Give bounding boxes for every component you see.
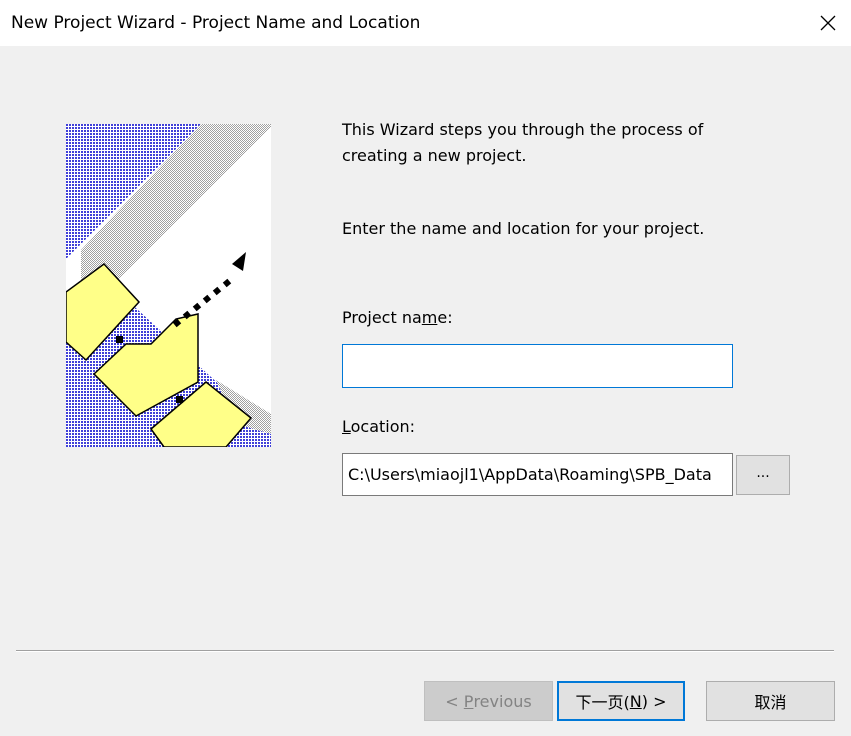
project-name-input[interactable]	[342, 344, 733, 388]
intro-text: This Wizard steps you through the proces…	[342, 120, 704, 165]
location-input[interactable]	[342, 453, 733, 496]
cancel-button[interactable]: 取消	[706, 681, 835, 721]
wizard-illustration	[66, 124, 271, 447]
next-button[interactable]: 下一页(N) >	[557, 681, 685, 721]
previous-button[interactable]: < Previous	[424, 681, 553, 721]
browse-button[interactable]: ...	[736, 455, 790, 495]
project-name-label: Project name:	[342, 308, 453, 327]
title-bar: New Project Wizard - Project Name and Lo…	[0, 0, 851, 46]
window-title: New Project Wizard - Project Name and Lo…	[11, 13, 421, 33]
divider	[16, 650, 834, 652]
close-icon	[820, 15, 836, 31]
instruction-text: Enter the name and location for your pro…	[342, 219, 705, 238]
location-label: Location:	[342, 417, 416, 436]
close-button[interactable]	[805, 0, 851, 46]
